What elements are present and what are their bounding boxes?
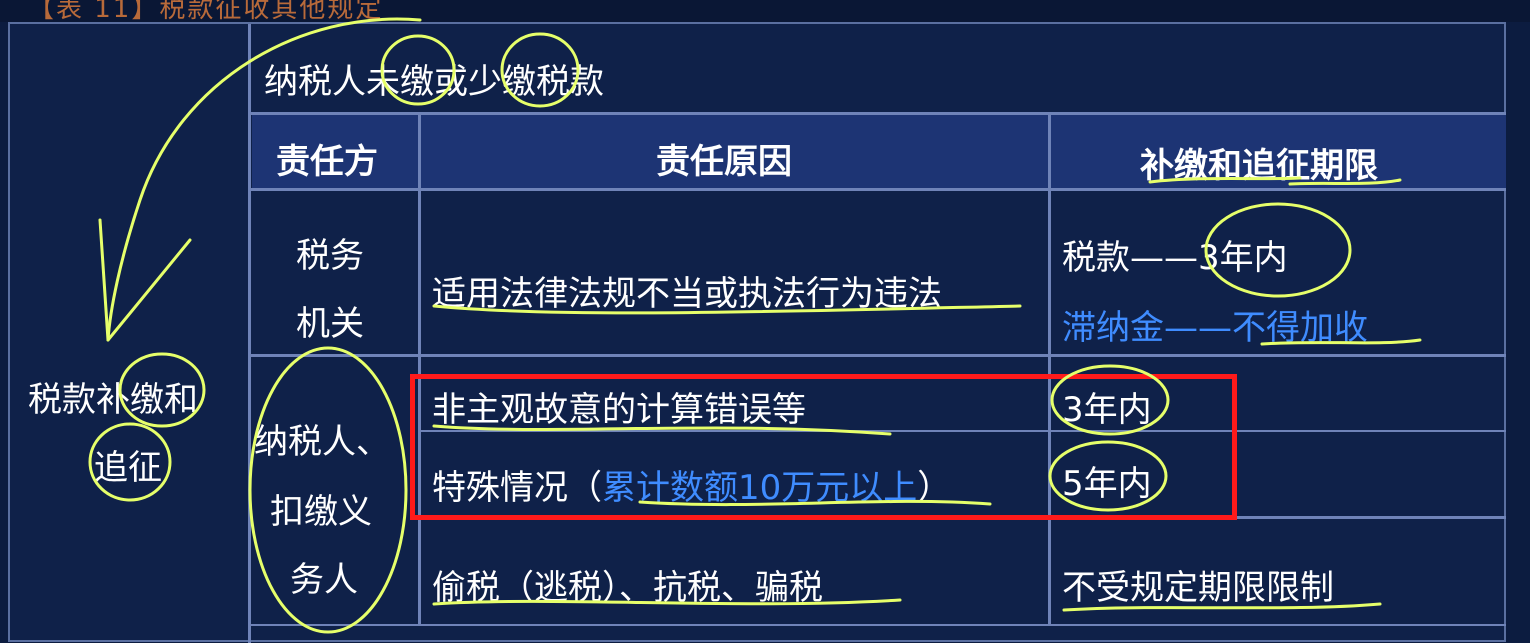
underline-calc-error — [432, 424, 892, 436]
arrow-head — [98, 218, 192, 342]
arrow-curve — [106, 17, 422, 342]
underline-zhuizheng — [1288, 178, 1402, 186]
circle-wei — [380, 34, 456, 106]
circle-3year — [1050, 364, 1170, 436]
underline-special-case — [638, 499, 992, 507]
underline-bujiao — [1148, 176, 1302, 184]
underline-evasion — [432, 598, 902, 606]
circle-taxpayer — [248, 346, 408, 634]
circle-5year — [1048, 440, 1168, 512]
circle-bu — [118, 352, 206, 428]
underline-reason-authority — [432, 304, 1022, 315]
circle-3year-top — [1204, 202, 1352, 298]
circle-shao — [500, 32, 580, 108]
circle-zhui — [88, 422, 172, 502]
handwritten-annotations — [88, 17, 1422, 634]
underline-no-limit — [1062, 602, 1382, 612]
underline-no-charge — [1260, 338, 1422, 346]
